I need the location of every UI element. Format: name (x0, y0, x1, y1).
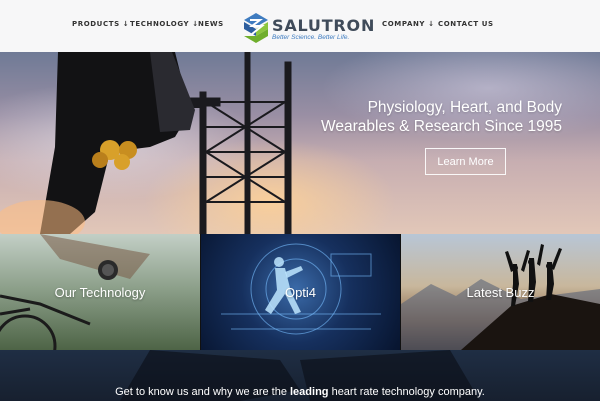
tile-our-technology[interactable]: Our Technology (0, 234, 200, 350)
hero-title-line2: Wearables & Research Since 1995 (321, 118, 562, 135)
hero-banner: Physiology, Heart, and Body Wearables & … (0, 52, 600, 234)
tile-label: Opti4 (284, 284, 317, 300)
logo-tagline: Better Science. Better Life. (272, 34, 350, 41)
logo-name: SALUTRON (272, 16, 376, 35)
tile-latest-buzz[interactable]: Latest Buzz (401, 234, 600, 350)
site-header: PRODUCTS ↓ TECHNOLOGY ↓ NEWS SALUTRON Be… (0, 0, 600, 52)
nav-contact-us[interactable]: CONTACT US (438, 20, 494, 28)
bottom-tagline: Get to know us and why we are the leadin… (0, 386, 600, 398)
tagline-after: heart rate technology company. (328, 386, 485, 398)
tile-opti4[interactable]: Opti4 (201, 234, 400, 350)
rocket-launch-image (0, 52, 292, 234)
learn-more-button[interactable]: Learn More (425, 148, 506, 175)
logo-mark-icon (244, 13, 268, 43)
tile-label: Latest Buzz (466, 284, 535, 300)
hero-title: Physiology, Heart, and Body Wearables & … (302, 98, 562, 136)
nav-technology[interactable]: TECHNOLOGY ↓ (130, 20, 199, 28)
hero-title-line1: Physiology, Heart, and Body (367, 99, 562, 116)
nav-products[interactable]: PRODUCTS ↓ (72, 20, 129, 28)
salutron-logo[interactable]: SALUTRON Better Science. Better Life. (242, 12, 376, 44)
nav-news[interactable]: NEWS (198, 20, 224, 28)
tagline-before: Get to know us and why we are the (115, 386, 290, 398)
tagline-bold: leading (290, 386, 329, 398)
nav-company[interactable]: COMPANY ↓ (382, 20, 435, 28)
tile-label: Our Technology (54, 284, 146, 300)
